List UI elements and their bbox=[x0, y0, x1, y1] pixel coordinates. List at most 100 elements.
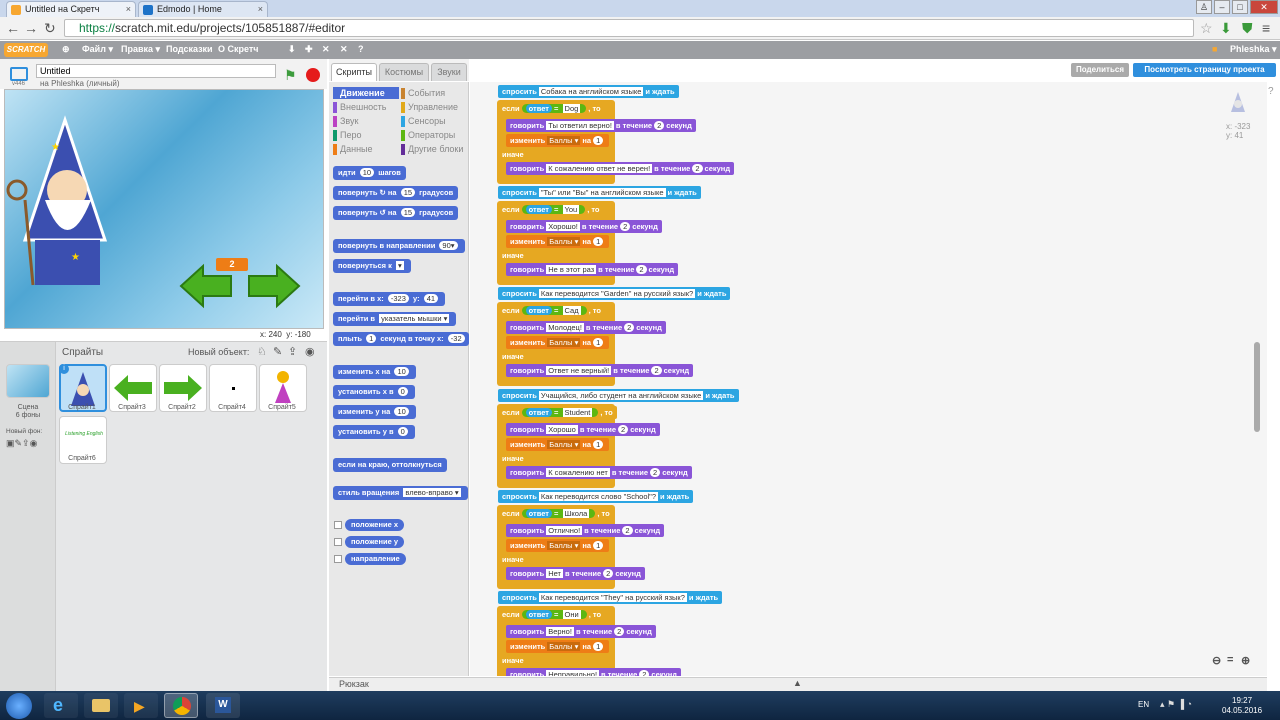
tab-costumes[interactable]: Костюмы bbox=[379, 63, 429, 81]
block-goto-xy[interactable]: перейти в x: -323 y: 41 bbox=[333, 292, 446, 306]
say-block[interactable]: говорить Хорошо в течение 2 секунд bbox=[506, 422, 660, 436]
ask-block[interactable]: спросить Как переводится слово "School"? и… bbox=[498, 489, 694, 503]
if-condition[interactable]: если ответ = Student, то bbox=[498, 405, 617, 419]
upload-sprite-icon[interactable]: ⇪ bbox=[288, 345, 297, 358]
else-label[interactable]: иначе bbox=[498, 654, 528, 667]
category-8[interactable]: Данные bbox=[333, 143, 399, 155]
zoom-reset-icon[interactable]: = bbox=[1227, 654, 1233, 666]
delete-icon[interactable]: ✚ bbox=[305, 44, 313, 55]
else-label[interactable]: иначе bbox=[498, 451, 528, 465]
camera-icon[interactable]: ◉ bbox=[305, 345, 315, 358]
tab-sounds[interactable]: Звуки bbox=[431, 63, 467, 81]
menu-icon[interactable]: ≡ bbox=[1262, 20, 1270, 36]
chrome-icon[interactable] bbox=[164, 693, 198, 718]
help-circle-icon[interactable]: ? bbox=[1268, 86, 1274, 97]
checkbox-y-position[interactable] bbox=[334, 538, 342, 546]
category-6[interactable]: Перо bbox=[333, 129, 399, 141]
category-0[interactable]: Движение bbox=[333, 87, 399, 99]
block-turn-right[interactable]: повернуть ↻ на 15 градусов bbox=[333, 186, 459, 200]
ask-block[interactable]: спросить Как переводится "They" на русски… bbox=[498, 591, 723, 604]
checkbox-x-position[interactable] bbox=[334, 521, 342, 529]
help-icon[interactable]: ? bbox=[358, 44, 364, 54]
script-scrollbar[interactable] bbox=[1254, 342, 1260, 432]
right-arrow-sprite[interactable] bbox=[248, 263, 301, 309]
say-block[interactable]: говорить Ответ не верный! в течение 2 секунд bbox=[506, 364, 694, 378]
stop-icon[interactable] bbox=[306, 68, 320, 82]
say-block[interactable]: говорить Верно! в течение 2 секунд bbox=[506, 625, 656, 638]
if-condition[interactable]: если ответ = Школа, то bbox=[498, 506, 614, 520]
ie-icon[interactable]: e bbox=[44, 693, 78, 718]
left-arrow-sprite[interactable] bbox=[179, 263, 232, 309]
grow-icon[interactable]: ✕ bbox=[322, 44, 330, 55]
say-block[interactable]: говорить Хорошо! в течение 2 секунд bbox=[506, 220, 662, 234]
category-4[interactable]: Звук bbox=[333, 115, 399, 127]
maximize-icon[interactable]: □ bbox=[1232, 0, 1248, 14]
change-score-block[interactable]: изменитьБаллы ▾на=1 bbox=[506, 640, 610, 653]
block-change-y[interactable]: изменить y на 10 bbox=[333, 405, 416, 419]
reporter-y-position[interactable]: положение y bbox=[345, 536, 405, 548]
close-tab-icon[interactable]: × bbox=[126, 4, 131, 14]
block-move[interactable]: идти 10 шагов bbox=[333, 166, 406, 180]
say-block[interactable]: говорить Молодец! в течение 2 секунд bbox=[506, 321, 666, 335]
else-label[interactable]: иначе bbox=[498, 249, 528, 263]
scratch-logo[interactable]: SCRATCH bbox=[4, 43, 48, 57]
if-condition[interactable]: если ответ = Сад, то bbox=[498, 304, 605, 318]
script-area[interactable]: спросить Собака на английском языке и ждат… bbox=[470, 82, 1267, 676]
shrink-icon[interactable]: ✕ bbox=[340, 44, 348, 55]
tray-icons[interactable]: ▴ ⚑ ▐ ◔ bbox=[1160, 699, 1192, 710]
category-3[interactable]: Управление bbox=[401, 101, 467, 113]
backdrop-library-icon[interactable]: ▣✎⇪◉ bbox=[6, 438, 37, 449]
stage-thumbnail[interactable] bbox=[6, 364, 50, 398]
info-icon[interactable]: i bbox=[59, 364, 69, 374]
view-project-page-button[interactable]: Посмотреть страницу проекта bbox=[1133, 63, 1276, 77]
menu-edit[interactable]: Правка ▾ bbox=[121, 44, 160, 55]
reporter-direction[interactable]: направление bbox=[345, 553, 406, 565]
browser-tab-scratch[interactable]: Untitled на Скретч × bbox=[6, 1, 136, 17]
category-1[interactable]: События bbox=[401, 87, 467, 99]
minimize-icon[interactable]: – bbox=[1214, 0, 1230, 14]
forward-icon[interactable]: → bbox=[24, 20, 38, 36]
block-goto[interactable]: перейти в указатель мышки ▾ bbox=[333, 312, 457, 326]
wizard-sprite[interactable]: ★ ★ bbox=[6, 115, 108, 286]
checkbox-direction[interactable] bbox=[334, 555, 342, 563]
block-set-y[interactable]: установить y в 0 bbox=[333, 425, 415, 439]
ask-block[interactable]: спросить Как переводится "Garden" на русс… bbox=[498, 287, 731, 301]
fullscreen-icon[interactable] bbox=[10, 67, 28, 81]
say-block[interactable]: говорить Нет в течение 2 секунд bbox=[506, 566, 645, 580]
ask-block[interactable]: спросить "Ты" или "Вы" на английском язык… bbox=[498, 186, 701, 200]
block-point-towards[interactable]: повернуться к ▾ bbox=[333, 259, 411, 273]
category-7[interactable]: Операторы bbox=[401, 129, 467, 141]
zoom-in-icon[interactable]: ⊕ bbox=[1241, 654, 1250, 667]
close-tab-icon[interactable]: × bbox=[258, 4, 263, 14]
reload-icon[interactable]: ↻ bbox=[44, 20, 56, 36]
backpack-expand-icon[interactable]: ▲ bbox=[793, 678, 802, 688]
back-icon[interactable]: ← bbox=[6, 20, 20, 36]
stage[interactable]: ★ ★ 2 bbox=[4, 89, 324, 329]
ask-block[interactable]: спросить Собака на английском языке и ждат… bbox=[498, 85, 679, 98]
block-rotation-style[interactable]: стиль вращения влево-вправо ▾ bbox=[333, 486, 468, 500]
category-2[interactable]: Внешность bbox=[333, 101, 399, 113]
user-menu[interactable]: Phleshka ▾ bbox=[1230, 44, 1277, 55]
say-block[interactable]: говорить Ты ответил верно! в течение 2 секун… bbox=[506, 119, 696, 132]
say-block[interactable]: говорить Не в этот раз в течение 2 секунд bbox=[506, 263, 679, 277]
user-avatar-icon[interactable]: ■ bbox=[1212, 44, 1217, 54]
media-player-icon[interactable]: ▶ bbox=[124, 693, 158, 718]
else-label[interactable]: иначе bbox=[498, 552, 528, 566]
say-block[interactable]: говорить К сожалению нет в течение 2 секунд bbox=[506, 465, 692, 479]
tab-scripts[interactable]: Скрипты bbox=[331, 63, 377, 81]
close-window-icon[interactable]: ✕ bbox=[1250, 0, 1278, 14]
block-bounce[interactable]: если на краю, оттолкнуться bbox=[333, 458, 447, 472]
if-condition[interactable]: если ответ = Они, то bbox=[498, 608, 606, 621]
choose-sprite-icon[interactable]: ♘ bbox=[257, 345, 267, 358]
project-title-input[interactable]: Untitled bbox=[36, 64, 276, 78]
clock[interactable]: 19:27 04.05.2016 bbox=[1222, 696, 1262, 716]
paint-sprite-icon[interactable]: ✎ bbox=[273, 345, 282, 358]
change-score-block[interactable]: изменитьБаллы ▾на=1 bbox=[506, 134, 610, 147]
start-button-icon[interactable] bbox=[6, 693, 32, 719]
block-set-x[interactable]: установить x в 0 bbox=[333, 385, 415, 399]
else-label[interactable]: иначе bbox=[498, 148, 528, 161]
green-flag-icon[interactable]: ⚑ bbox=[284, 68, 297, 82]
block-change-x[interactable]: изменить x на 10 bbox=[333, 365, 416, 379]
download-icon[interactable]: ⬇ bbox=[1220, 20, 1232, 36]
change-score-block[interactable]: изменитьБаллы ▾на=1 bbox=[506, 336, 610, 350]
